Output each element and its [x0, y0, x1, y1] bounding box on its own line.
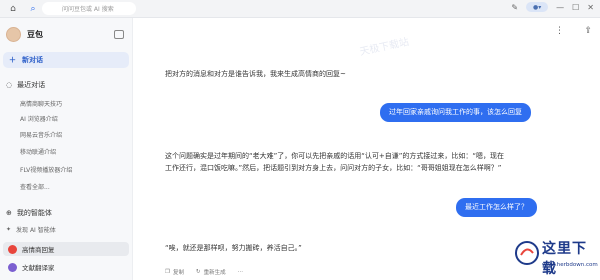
- share-icon[interactable]: ⇪: [584, 26, 592, 36]
- discover-agents-link[interactable]: ✦ 发现 AI 智能体: [6, 225, 56, 234]
- logo-text: 这里下载: [542, 241, 587, 277]
- agents-icon: ⊕: [6, 209, 12, 217]
- refresh-icon: ↻: [195, 269, 201, 275]
- recent-chats-header[interactable]: ◌ 最近对话: [6, 80, 45, 90]
- history-item[interactable]: AI 浏览器介绍: [20, 114, 58, 123]
- brand: 豆包: [6, 27, 43, 42]
- chat-bubble-icon: ◌: [6, 81, 13, 89]
- more-icon[interactable]: ⋮: [555, 26, 564, 36]
- sidebar: 豆包 ＋ 新对话 ◌ 最近对话 高情商聊天技巧 AI 浏览器介绍 网易云音乐介绍…: [0, 18, 133, 280]
- new-chat-button[interactable]: ＋ 新对话: [3, 52, 129, 68]
- more-actions-icon[interactable]: ⋯: [238, 268, 244, 276]
- bot-message-line: 工作还行，混口饭吃嘛。”然后，把话题引到对方身上去，问问对方的子女，比如：“哥哥…: [165, 164, 502, 172]
- plus-icon: ＋: [9, 56, 16, 64]
- history-item[interactable]: 高情商聊天技巧: [20, 99, 62, 108]
- copy-label: 复制: [172, 270, 184, 276]
- logo-mark-icon: [515, 241, 539, 265]
- pin-icon[interactable]: ✎: [511, 3, 518, 12]
- history-item[interactable]: 移动联通介绍: [20, 147, 56, 156]
- watermark: 天极下载站: [358, 36, 411, 59]
- regenerate-button[interactable]: ↻ 重新生成: [196, 268, 226, 276]
- bot-message-line: 这个问题确实是过年期间的“老大难”了，你可以先把亲戚的话用“认可+自谦”的方式接…: [165, 152, 504, 160]
- my-agents-header[interactable]: ⊕ 我的智能体: [6, 208, 52, 218]
- history-item[interactable]: FLV视频播放器介绍: [20, 165, 72, 174]
- user-message: 最近工作怎么样了？: [456, 198, 537, 217]
- agent-item-high-eq[interactable]: 高情商回复: [3, 242, 129, 256]
- recent-chats-title: 最近对话: [17, 81, 46, 89]
- brand-name: 豆包: [27, 30, 43, 39]
- regenerate-label: 重新生成: [203, 270, 226, 276]
- agent-item-translator[interactable]: 文献翻译家: [3, 260, 129, 274]
- user-message: 过年回家亲戚询问我工作的事，该怎么回复: [380, 103, 531, 122]
- agent-label: 文献翻译家: [22, 264, 55, 272]
- maximize-icon[interactable]: ☐: [572, 3, 579, 12]
- my-agents-title: 我的智能体: [16, 209, 52, 217]
- window-controls: ✎ ●▾ — ☐ ✕: [511, 2, 594, 12]
- discover-agents-label: 发现 AI 智能体: [16, 227, 56, 234]
- history-item[interactable]: 网易云音乐介绍: [20, 130, 62, 139]
- search-icon[interactable]: ⌕: [26, 2, 40, 16]
- home-icon[interactable]: ⌂: [6, 2, 20, 16]
- user-avatar[interactable]: ●▾: [526, 2, 549, 12]
- brand-avatar: [6, 27, 21, 42]
- site-logo-overlay: 这里下载 www.herbdown.com: [514, 236, 598, 277]
- copy-icon: ❐: [165, 269, 170, 275]
- new-chat-label: 新对话: [22, 56, 43, 64]
- bot-message: “唉，就还是那样呗，努力搬砖，养活自己。”: [165, 244, 302, 252]
- message-actions: ❐ 复制 ↻ 重新生成 ⋯: [165, 268, 243, 276]
- agent-avatar: [8, 244, 17, 254]
- bot-message: 把对方的消息和对方是谁告诉我，我来生成高情商的回复~: [165, 70, 346, 78]
- sparkle-icon: ✦: [6, 226, 12, 233]
- agent-avatar: [8, 262, 17, 272]
- search-input[interactable]: 问问豆包或 AI 搜索: [42, 2, 136, 15]
- minimize-icon[interactable]: —: [556, 3, 564, 12]
- logo-url: www.herbdown.com: [542, 262, 598, 268]
- close-icon[interactable]: ✕: [587, 3, 594, 12]
- title-bar: ⌂ ⌕ 问问豆包或 AI 搜索 ✎ ●▾ — ☐ ✕: [0, 0, 600, 18]
- bot-message: 这个问题确实是过年期间的“老大难”了，你可以先把亲戚的话用“认可+自谦”的方式接…: [165, 150, 504, 174]
- view-all-link[interactable]: 查看全部...: [20, 182, 50, 191]
- sidebar-collapse-icon[interactable]: [114, 30, 124, 39]
- copy-button[interactable]: ❐ 复制: [165, 268, 184, 276]
- agent-label: 高情商回复: [22, 246, 55, 254]
